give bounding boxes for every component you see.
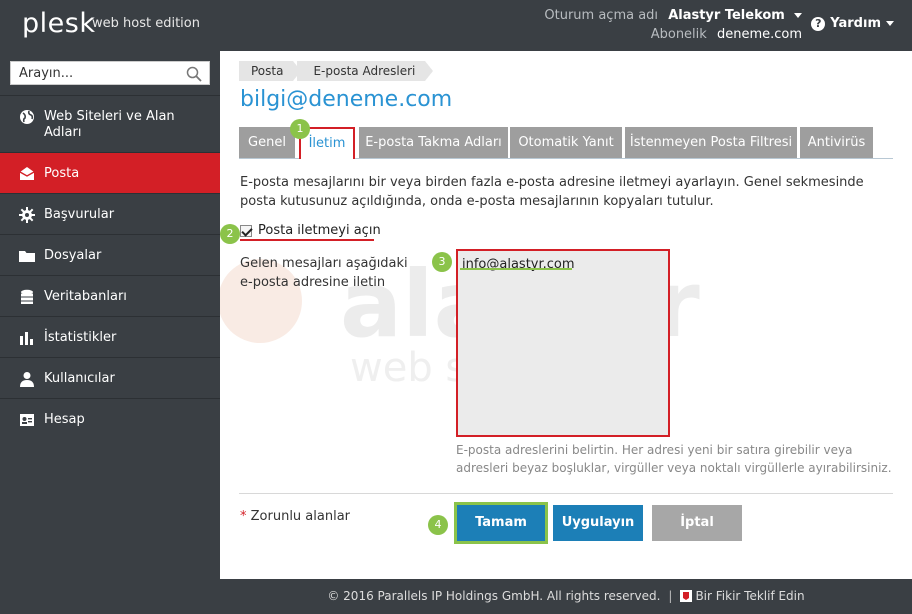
sidebar-item-label: Başvurular bbox=[44, 207, 115, 222]
top-bar: plesk web host edition Oturum açma adı A… bbox=[0, 0, 912, 51]
feedback-icon bbox=[680, 590, 693, 602]
required-label: Zorunlu alanlar bbox=[250, 509, 351, 524]
breadcrumb: Posta E-posta Adresleri bbox=[239, 61, 434, 81]
login-row[interactable]: Oturum açma adı Alastyr Telekom bbox=[544, 8, 802, 23]
main-content: alastyr web solutions Posta E-posta Adre… bbox=[220, 51, 912, 579]
forwarding-description: E-posta mesajlarını bir veya birden fazl… bbox=[240, 175, 864, 209]
step-marker-1: 1 bbox=[290, 119, 310, 139]
plesk-logo[interactable]: plesk bbox=[22, 8, 95, 39]
sidebar-item-files[interactable]: Dosyalar bbox=[0, 234, 220, 275]
tab-antivirus[interactable]: Antivirüs bbox=[800, 127, 873, 158]
sidebar-item-users[interactable]: Kullanıcılar bbox=[0, 357, 220, 398]
ok-button[interactable]: Tamam bbox=[454, 502, 548, 544]
footer-separator: | bbox=[668, 589, 673, 603]
tab-aliases[interactable]: E-posta Takma Adları bbox=[359, 127, 508, 158]
step-marker-2: 2 bbox=[220, 224, 240, 244]
step-marker-3: 3 bbox=[432, 252, 452, 272]
chevron-down-icon bbox=[886, 21, 894, 26]
folder-icon bbox=[19, 251, 35, 262]
help-menu[interactable]: ? Yardım bbox=[811, 16, 894, 31]
account-icon bbox=[20, 414, 34, 426]
form-divider bbox=[239, 493, 893, 494]
sidebar-item-label: Hesap bbox=[44, 412, 85, 427]
login-label: Oturum açma adı bbox=[544, 8, 659, 23]
address-highlight bbox=[460, 268, 572, 270]
forward-checkbox-label[interactable]: Posta iletmeyi açın bbox=[258, 223, 381, 238]
forward-address-box: info@alastyr.com bbox=[456, 249, 670, 437]
copyright-text: © 2016 Parallels IP Holdings GmbH. All r… bbox=[327, 589, 661, 603]
footer: © 2016 Parallels IP Holdings GmbH. All r… bbox=[220, 579, 912, 614]
subscription-label: Abonelik bbox=[650, 27, 707, 42]
step-marker-4: 4 bbox=[428, 515, 448, 535]
page-title: bilgi@deneme.com bbox=[240, 87, 453, 112]
user-icon bbox=[20, 372, 34, 387]
database-icon bbox=[21, 289, 33, 304]
search-input[interactable] bbox=[11, 62, 181, 84]
search-icon[interactable] bbox=[186, 66, 202, 82]
sidebar: Web Siteleri ve Alan Adları Posta Başvur… bbox=[0, 51, 220, 614]
sidebar-item-label: İstatistikler bbox=[44, 330, 117, 345]
sidebar-item-websites[interactable]: Web Siteleri ve Alan Adları bbox=[0, 95, 220, 152]
forward-checkbox[interactable] bbox=[240, 225, 252, 237]
apply-button[interactable]: Uygulayın bbox=[553, 505, 643, 541]
tab-bar: Genel İletim E-posta Takma Adları Otomat… bbox=[239, 127, 893, 159]
cancel-button[interactable]: İptal bbox=[652, 505, 742, 541]
sidebar-nav: Web Siteleri ve Alan Adları Posta Başvur… bbox=[0, 95, 220, 439]
tab-autoresponder[interactable]: Otomatik Yanıt bbox=[510, 127, 622, 158]
edition-label: web host edition bbox=[92, 16, 200, 31]
breadcrumb-email-addresses[interactable]: E-posta Adresleri bbox=[297, 61, 434, 81]
search-box bbox=[10, 61, 210, 85]
sidebar-item-label: Posta bbox=[44, 166, 80, 181]
sidebar-item-applications[interactable]: Başvurular bbox=[0, 193, 220, 234]
subscription-value: deneme.com bbox=[716, 27, 802, 42]
sidebar-item-databases[interactable]: Veritabanları bbox=[0, 275, 220, 316]
sidebar-item-statistics[interactable]: İstatistikler bbox=[0, 316, 220, 357]
sidebar-item-label: Web Siteleri ve Alan Adları bbox=[44, 109, 175, 140]
gear-icon bbox=[19, 207, 35, 223]
forward-address-textarea[interactable]: info@alastyr.com bbox=[458, 251, 668, 435]
sidebar-item-label: Veritabanları bbox=[44, 289, 127, 304]
question-icon: ? bbox=[811, 17, 826, 31]
chevron-down-icon[interactable] bbox=[794, 13, 802, 18]
sidebar-item-account[interactable]: Hesap bbox=[0, 398, 220, 439]
forward-field-label: Gelen mesajları aşağıdaki e-posta adresi… bbox=[240, 256, 408, 290]
help-label: Yardım bbox=[830, 16, 881, 31]
bar-chart-icon bbox=[20, 332, 33, 345]
subscription-row: Abonelik deneme.com bbox=[651, 27, 802, 42]
breadcrumb-mail[interactable]: Posta bbox=[239, 61, 303, 81]
login-value[interactable]: Alastyr Telekom bbox=[668, 8, 785, 23]
forward-checkbox-row[interactable]: Posta iletmeyi açın bbox=[240, 223, 381, 241]
sidebar-item-mail[interactable]: Posta bbox=[0, 152, 220, 193]
envelope-icon bbox=[19, 167, 35, 180]
globe-icon bbox=[20, 110, 34, 124]
required-star: * bbox=[240, 509, 247, 524]
required-note: * Zorunlu alanlar bbox=[240, 509, 350, 524]
sidebar-item-label: Dosyalar bbox=[44, 248, 102, 263]
tab-general[interactable]: Genel bbox=[239, 127, 295, 158]
feedback-link[interactable]: Bir Fikir Teklif Edin bbox=[695, 589, 804, 603]
tab-spam-filter[interactable]: İstenmeyen Posta Filtresi bbox=[625, 127, 797, 158]
forward-hint: E-posta adreslerini belirtin. Her adresi… bbox=[456, 443, 892, 475]
sidebar-item-label: Kullanıcılar bbox=[44, 371, 115, 386]
